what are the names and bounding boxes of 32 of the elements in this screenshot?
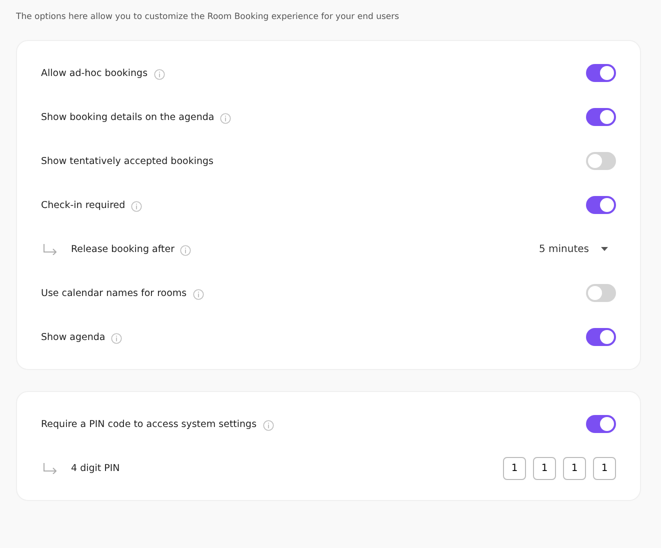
toggle-switch[interactable] [586,196,616,214]
setting-label: 4 digit PIN [71,462,120,474]
pin-digit-field[interactable]: 1 [593,456,616,480]
setting-label: Show tentatively accepted bookings [41,156,214,166]
info-icon[interactable] [154,69,165,80]
pin-digit-field[interactable]: 1 [503,456,526,480]
pin-digit-field[interactable]: 1 [533,456,556,480]
info-icon[interactable] [262,420,274,431]
pin-digit-field[interactable]: 1 [563,456,586,480]
setting-label: Show agenda [41,332,106,342]
setting-label: Show booking details on the agenda [41,112,214,122]
info-icon[interactable] [192,289,204,300]
caret-icon [601,247,608,251]
toggle-switch[interactable] [586,152,616,170]
duration-dropdown[interactable]: 5 minutes [538,244,616,254]
info-icon[interactable] [131,201,142,212]
setting-label: Require a PIN code to access system settings [41,418,257,430]
toggle-switch[interactable] [586,64,616,82]
toggle-switch[interactable] [586,108,616,126]
setting-label: Allow ad-hoc bookings [41,68,148,78]
intro-text: The options here allow you to customize the Room Booking experience for your end users [16,12,400,22]
info-icon[interactable] [111,333,122,344]
toggle-switch[interactable] [586,284,616,302]
toggle-switch[interactable] [586,415,616,433]
info-icon[interactable] [180,245,192,256]
setting-label: Release booking after [71,244,174,254]
sub-arrow-icon [43,244,59,254]
setting-label: Check-in required [41,200,126,210]
toggle-switch[interactable] [586,328,616,346]
setting-label: Use calendar names for rooms [41,288,187,298]
sub-arrow-icon [43,462,59,474]
info-icon[interactable] [220,113,232,124]
